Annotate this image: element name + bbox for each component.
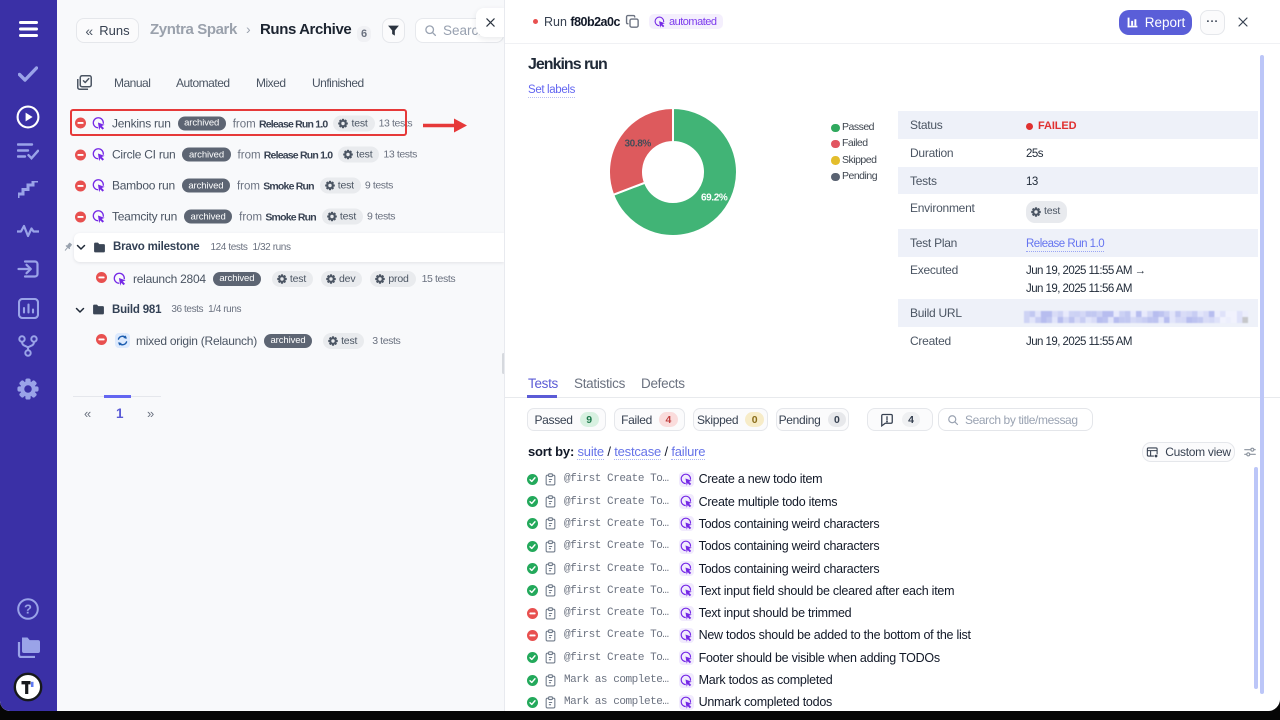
- svg-text:?: ?: [24, 602, 32, 617]
- svg-text:30.8%: 30.8%: [625, 139, 652, 150]
- svg-text:69.2%: 69.2%: [701, 193, 728, 204]
